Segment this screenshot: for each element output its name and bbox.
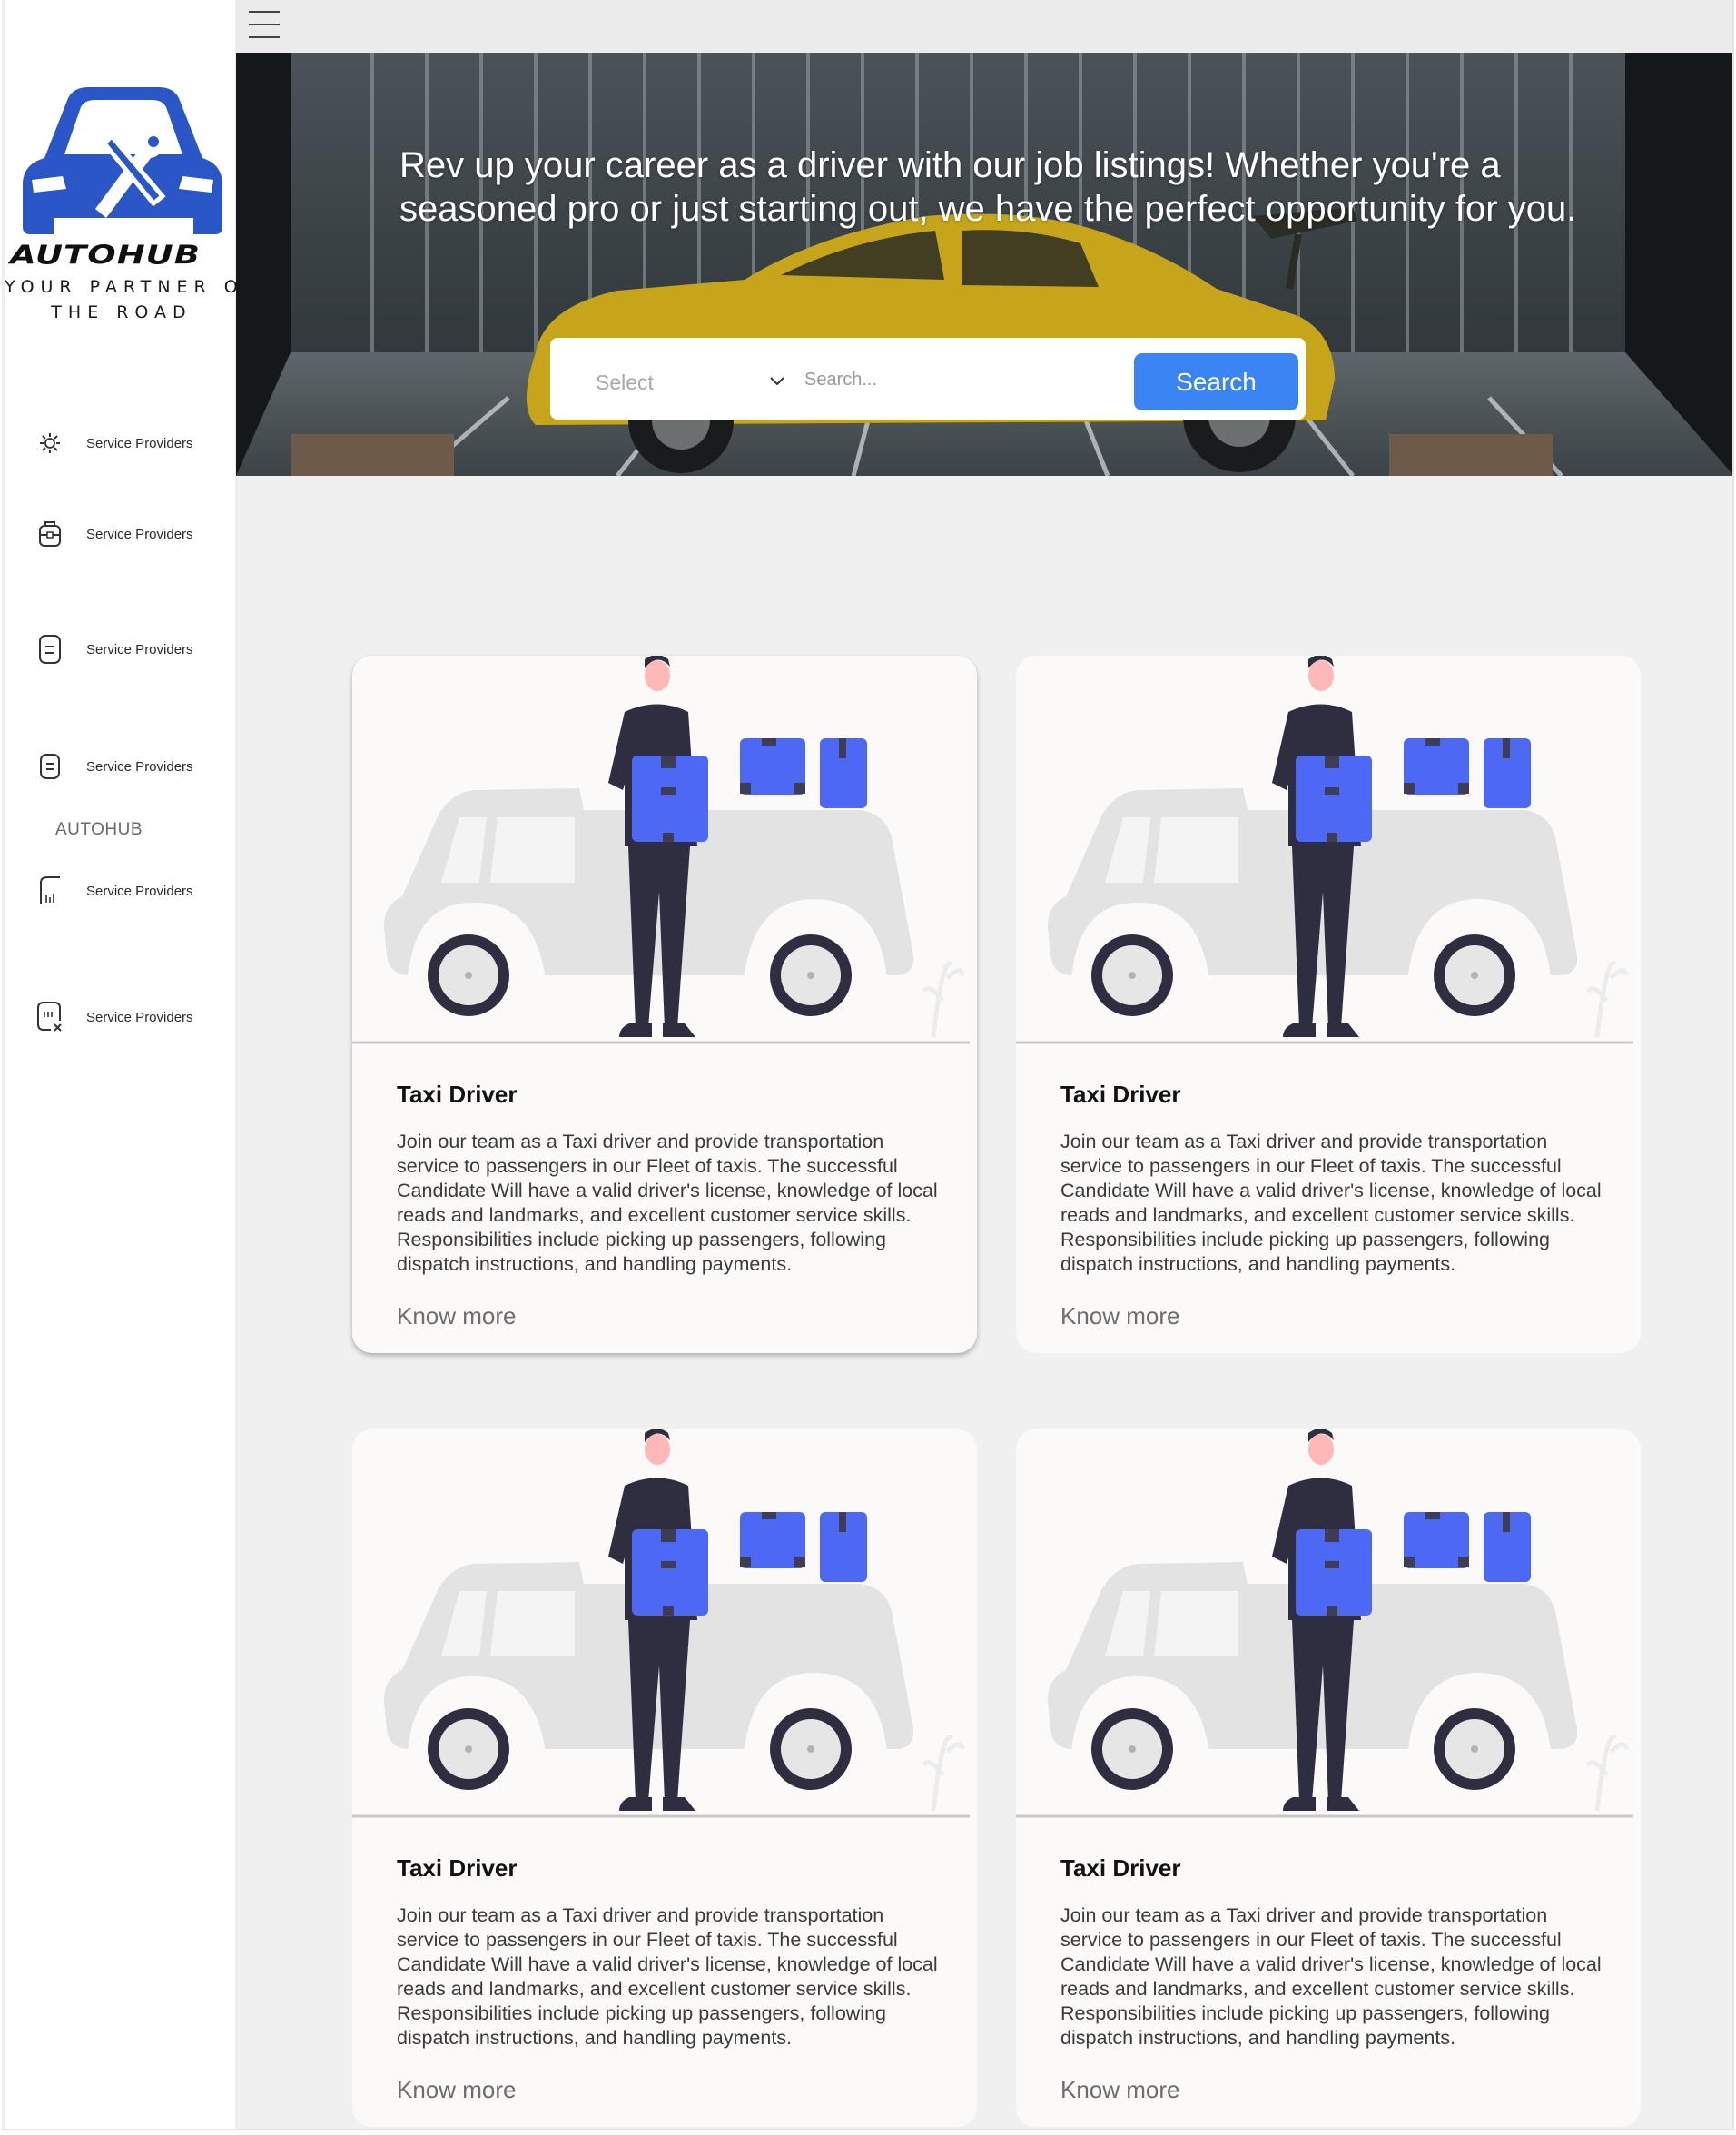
clipboard-x-icon — [32, 999, 68, 1035]
know-more-link[interactable]: Know more — [397, 1302, 517, 1330]
brand-tagline-line2: THE ROAD — [51, 302, 192, 322]
job-card-description: Join our team as a Taxi driver and provi… — [1060, 1131, 1602, 1275]
chevron-down-icon[interactable] — [768, 372, 786, 390]
job-card-title: Taxi Driver — [1060, 1081, 1181, 1108]
top-bar — [236, 0, 1732, 53]
job-card-title: Taxi Driver — [397, 1081, 518, 1108]
job-card[interactable]: Taxi Driver Join our team as a Taxi driv… — [1016, 656, 1641, 1353]
search-button[interactable]: Search — [1134, 353, 1298, 410]
sidebar-item-service-providers-1[interactable]: Service Providers — [32, 425, 232, 461]
know-more-link[interactable]: Know more — [397, 2076, 517, 2104]
category-select[interactable]: Select — [596, 369, 786, 396]
job-card-title: Taxi Driver — [397, 1854, 518, 1882]
know-more-link[interactable]: Know more — [1060, 2076, 1180, 2104]
sidebar-item-label: Service Providers — [86, 641, 193, 657]
delivery-driver-illustration — [352, 1429, 977, 1820]
job-card-description: Join our team as a Taxi driver and provi… — [397, 1904, 938, 2049]
sidebar-item-service-providers-5[interactable]: Service Providers — [32, 873, 232, 909]
sidebar-item-label: Service Providers — [86, 526, 193, 542]
sidebar-item-label: Service Providers — [86, 758, 193, 775]
sidebar-item-label: Service Providers — [86, 435, 193, 451]
autohub-logo — [23, 87, 222, 234]
app-frame: AUTOHUB YOUR PARTNER O THE ROAD Service … — [2, 0, 1734, 2130]
know-more-link[interactable]: Know more — [1060, 1302, 1180, 1330]
job-card[interactable]: Taxi Driver Join our team as a Taxi driv… — [352, 1429, 977, 2127]
job-card-description: Join our team as a Taxi driver and provi… — [397, 1131, 938, 1275]
delivery-driver-illustration — [352, 656, 977, 1046]
delivery-driver-illustration — [1016, 1429, 1641, 1820]
chart-icon — [32, 873, 68, 909]
document-icon — [32, 748, 68, 785]
hero-banner: Rev up your career as a driver with our … — [236, 53, 1732, 476]
sidebar-item-service-providers-4[interactable]: Service Providers — [32, 748, 232, 785]
hamburger-menu-icon[interactable] — [245, 7, 281, 44]
job-card[interactable]: Taxi Driver Join our team as a Taxi driv… — [352, 656, 977, 1353]
sidebar-item-label: Service Providers — [86, 1009, 193, 1025]
search-bar: Select Search — [550, 338, 1306, 420]
select-label: Select — [596, 370, 654, 394]
toolbox-icon — [32, 516, 68, 552]
sidebar: AUTOHUB YOUR PARTNER O THE ROAD Service … — [2, 0, 244, 2129]
sidebar-item-service-providers-2[interactable]: Service Providers — [32, 516, 232, 552]
brand-tagline-line1: YOUR PARTNER O — [5, 277, 244, 297]
sidebar-item-service-providers-6[interactable]: Service Providers — [32, 999, 232, 1035]
delivery-driver-illustration — [1016, 656, 1641, 1046]
brand-name: AUTOHUB — [10, 240, 201, 271]
job-card-title: Taxi Driver — [1060, 1854, 1181, 1882]
sidebar-item-label: Service Providers — [86, 883, 193, 899]
job-card-description: Join our team as a Taxi driver and provi… — [1060, 1904, 1602, 2049]
sidebar-section-label: AUTOHUB — [55, 820, 143, 839]
search-input[interactable] — [804, 365, 1113, 394]
job-card[interactable]: Taxi Driver Join our team as a Taxi driv… — [1016, 1429, 1641, 2127]
settings-cog-icon — [32, 425, 68, 461]
hero-headline: Rev up your career as a driver with our … — [399, 145, 1577, 229]
document-icon — [32, 631, 68, 667]
sidebar-item-service-providers-3[interactable]: Service Providers — [32, 631, 232, 667]
